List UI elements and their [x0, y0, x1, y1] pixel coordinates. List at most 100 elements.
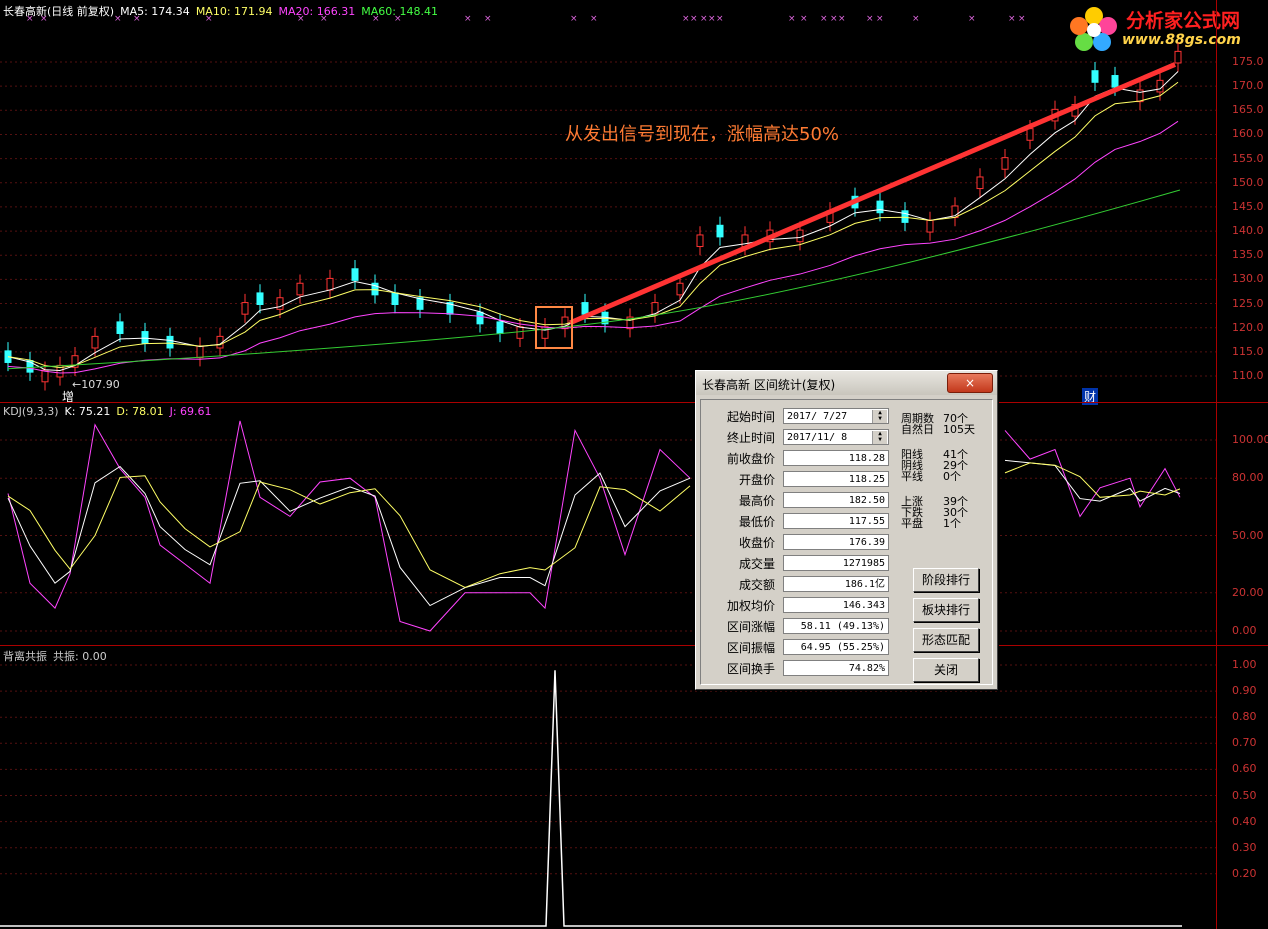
date-picker[interactable]: 2017/ 7/27 ▲ ▼	[783, 408, 889, 424]
date-picker[interactable]: 2017/11/ 8 ▲ ▼	[783, 429, 889, 445]
candle-body	[1091, 70, 1099, 83]
interval-stats-dialog[interactable]: 长春高新 区间统计(复权) × 起始时间 2017/ 7/27 ▲ ▼ 终止时间 2017…	[695, 370, 998, 690]
dialog-field-text: 2017/11/ 8	[787, 432, 848, 443]
axis-tick-label: 100.00	[1232, 433, 1268, 446]
candle-body	[296, 282, 304, 296]
axis-tick-label: 50.00	[1232, 528, 1264, 542]
signal-x-mark: ×	[968, 14, 976, 24]
axis-tick-label: 120.0	[1232, 320, 1264, 334]
axis-tick-label: 1.00	[1232, 658, 1257, 671]
kdj-d-value: D: 78.01	[116, 405, 164, 418]
dialog-field-label: 收盘价	[738, 536, 775, 550]
dialog-field-row: 终止时间 2017/11/ 8 ▲ ▼	[719, 429, 889, 447]
candle-body	[1001, 157, 1009, 170]
ma20-label: MA20: 166.31	[278, 5, 356, 18]
candle-body	[91, 335, 99, 349]
dialog-field-value: 186.1亿	[783, 576, 889, 592]
dialog-field-value: 58.11 (49.13%)	[783, 618, 889, 634]
dialog-field-row: 区间换手 74.82%	[719, 660, 889, 678]
dialog-field-label: 开盘价	[738, 473, 775, 487]
sector-rank-button[interactable]: 板块排行	[913, 598, 979, 622]
signal-x-mark: ×	[1008, 14, 1016, 24]
dialog-field-label: 最低价	[738, 515, 775, 529]
dialog-field-row: 成交量 1271985	[719, 555, 889, 573]
dialog-field-row: 开盘价 118.25	[719, 471, 889, 489]
signal-x-mark: ×	[1018, 14, 1026, 24]
axis-tick-label: 0.90	[1232, 684, 1257, 698]
close-button[interactable]: 关闭	[913, 658, 979, 682]
dialog-field-label: 起始时间	[726, 410, 775, 424]
gain-annotation: 从发出信号到现在，涨幅高达50%	[565, 124, 840, 145]
candle-body	[476, 311, 484, 325]
spinner-arrows-icon[interactable]: ▲ ▼	[872, 410, 887, 423]
candle-body	[696, 234, 704, 248]
kdj-j-value: J: 69.61	[169, 405, 212, 418]
dialog-field-text: 58.11 (49.13%)	[800, 621, 885, 632]
dialog-close-icon[interactable]: ×	[947, 373, 993, 393]
resonance-chart[interactable]	[0, 645, 1216, 929]
pattern-match-button[interactable]: 形态匹配	[913, 628, 979, 652]
axis-tick-label: 0.20	[1232, 866, 1257, 880]
dialog-field-text: 182.50	[848, 495, 885, 506]
stage-rank-button[interactable]: 阶段排行	[913, 568, 979, 592]
dialog-field-value: 74.82%	[783, 660, 889, 676]
candle-body	[276, 297, 284, 310]
dialog-field-value: 118.28	[783, 450, 889, 466]
signal-x-mark: ×	[800, 14, 808, 24]
candle-body	[241, 302, 249, 315]
axis-tick-label: 150.0	[1232, 175, 1264, 189]
dialog-field-text: 176.39	[848, 537, 885, 548]
candle-body	[1111, 75, 1119, 88]
main-chart-title: 长春高新(日线 前复权) MA5: 174.34 MA10: 171.94 MA20:…	[3, 3, 444, 19]
signal-x-mark: ×	[464, 14, 472, 24]
dialog-field-label: 区间换手	[726, 662, 775, 676]
signal-x-mark: ×	[708, 14, 716, 24]
candle-body	[116, 321, 124, 334]
dialog-field-label: 加权均价	[726, 599, 775, 613]
candle-body	[796, 229, 804, 243]
signal-x-mark: ×	[700, 14, 708, 24]
signal-x-mark: ×	[838, 14, 846, 24]
kdj-j-line	[7, 420, 1181, 632]
candle-body	[256, 292, 264, 306]
main-chart-pane[interactable]: 长春高新(日线 前复权) MA5: 174.34 MA10: 171.94 MA20:…	[0, 0, 1216, 405]
dialog-field-value: 117.55	[783, 513, 889, 529]
stat-label: 自然日	[901, 423, 934, 436]
dialog-field-row: 最高价 182.50	[719, 492, 889, 510]
signal-x-mark: ×	[484, 14, 492, 24]
axis-tick-label: 0.40	[1232, 814, 1257, 828]
candle-body	[976, 176, 984, 190]
dialog-titlebar[interactable]: 长春高新 区间统计(复权) ×	[696, 371, 997, 395]
dialog-field-text: 117.55	[848, 516, 885, 527]
dialog-field-label: 终止时间	[726, 431, 775, 445]
dialog-title: 长春高新 区间统计(复权)	[702, 378, 836, 392]
axis-tick-label: 80.00	[1232, 471, 1264, 485]
dialog-field-label: 成交量	[738, 557, 775, 571]
kdj-k-line	[7, 459, 1181, 607]
candle-body	[581, 302, 589, 315]
axis-tick-label: 135.0	[1232, 248, 1264, 262]
kdj-chart[interactable]	[0, 402, 1216, 645]
spinner-arrows-icon[interactable]: ▲ ▼	[872, 431, 887, 444]
kdj-k-value: K: 75.21	[64, 405, 111, 418]
resonance-value: 共振: 0.00	[53, 650, 107, 663]
dialog-field-text: 64.95 (55.25%)	[800, 642, 885, 653]
candle-body	[901, 210, 909, 223]
trend-line	[569, 62, 1176, 326]
signal-x-mark: ×	[912, 14, 920, 24]
candle-body	[351, 268, 359, 281]
kdj-d-line	[7, 462, 1181, 588]
axis-tick-label: 140.0	[1232, 224, 1264, 238]
candle-body	[716, 224, 724, 238]
resonance-pane[interactable]: 背离共振 共振: 0.00	[0, 645, 1216, 929]
dialog-field-label: 区间振幅	[726, 641, 775, 655]
signal-x-mark: ×	[820, 14, 828, 24]
axis-tick-label: 20.00	[1232, 585, 1264, 599]
kdj-pane[interactable]: KDJ(9,3,3) K: 75.21 D: 78.01 J: 69.61	[0, 402, 1216, 645]
kdj-axis: 100.00 80.00 50.00 20.00 0.00	[1216, 402, 1268, 645]
candle-body	[196, 345, 204, 359]
dialog-field-text: 74.82%	[848, 663, 885, 674]
dialog-field-value: 182.50	[783, 492, 889, 508]
candle-body	[876, 200, 884, 214]
candlestick-chart[interactable]	[0, 0, 1216, 402]
